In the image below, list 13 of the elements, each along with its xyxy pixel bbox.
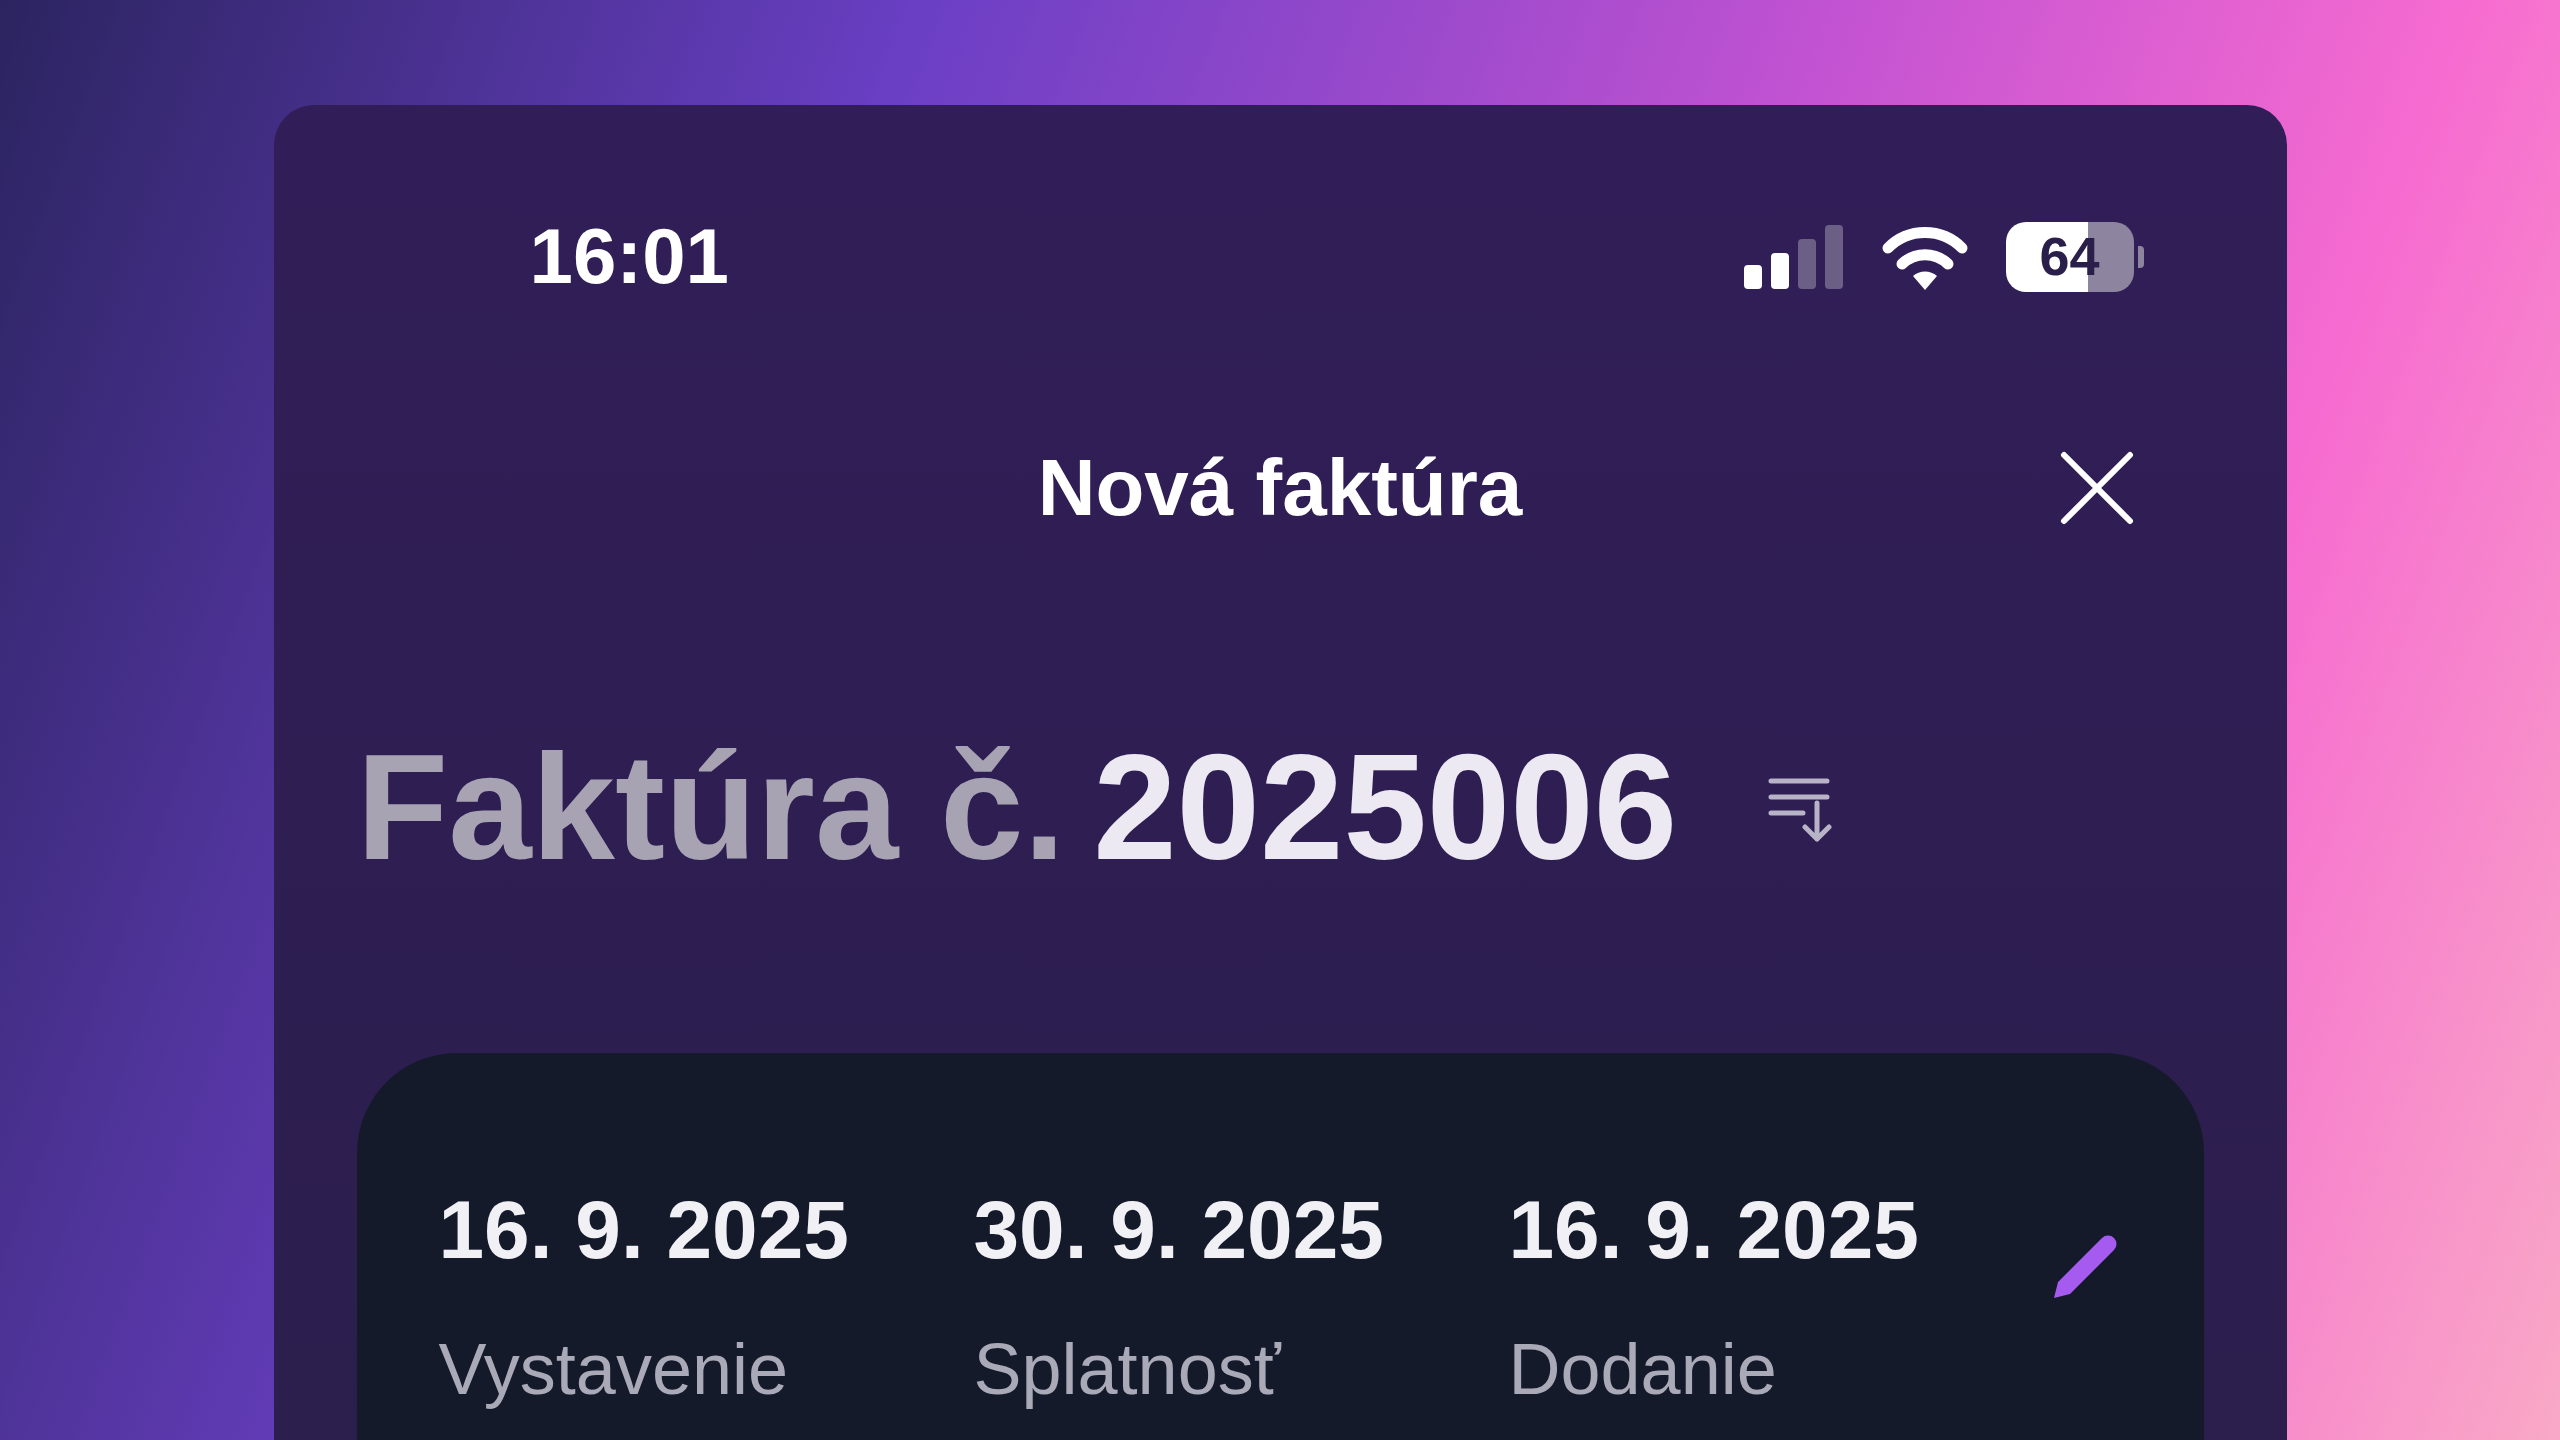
date-value: 16. 9. 2025	[1508, 1183, 1920, 1277]
date-label: Vystavenie	[438, 1328, 790, 1411]
screen-title: Nová faktúra	[1037, 442, 1523, 534]
date-label: Splatnosť	[973, 1328, 1283, 1411]
date-value: 30. 9. 2025	[973, 1183, 1385, 1277]
date-label: Dodanie	[1508, 1328, 1778, 1411]
signal-icon	[1743, 224, 1844, 289]
status-time: 16:01	[529, 211, 729, 302]
battery-indicator: 64	[2005, 221, 2144, 292]
invoice-number: 2025006	[1093, 722, 1678, 893]
invoice-label: Faktúra č.	[356, 722, 1066, 893]
close-icon[interactable]	[2059, 451, 2134, 525]
date-value: 16. 9. 2025	[438, 1183, 850, 1277]
